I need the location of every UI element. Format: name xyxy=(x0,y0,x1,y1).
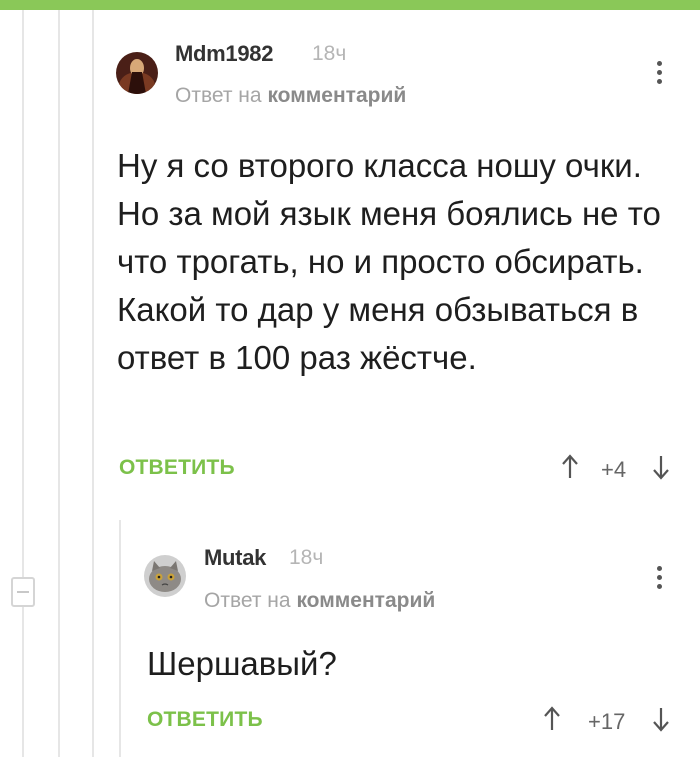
avatar xyxy=(116,52,158,94)
thread-line xyxy=(22,10,24,577)
reply-to-line: Ответ на комментарий xyxy=(175,84,406,108)
reply-to-prefix: Ответ на xyxy=(204,589,291,612)
arrow-up-icon[interactable] xyxy=(561,454,579,480)
comment-rating: +17 xyxy=(588,709,626,734)
kebab-menu-icon[interactable] xyxy=(657,61,663,88)
thread-line xyxy=(92,10,94,757)
top-banner-strip xyxy=(0,0,700,10)
kebab-menu-icon[interactable] xyxy=(657,566,663,593)
reply-to-link[interactable]: комментарий xyxy=(296,589,435,612)
arrow-up-icon[interactable] xyxy=(543,706,561,732)
collapse-minus-icon[interactable] xyxy=(11,577,35,607)
reply-to-prefix: Ответ на xyxy=(175,84,262,107)
comment-rating: +4 xyxy=(601,457,627,482)
arrow-down-icon[interactable] xyxy=(652,706,670,732)
thread-line xyxy=(22,607,24,757)
reply-to-line: Ответ на комментарий xyxy=(204,589,435,613)
reply-button[interactable]: ОТВЕТИТЬ xyxy=(119,456,235,480)
arrow-down-icon[interactable] xyxy=(652,454,670,480)
thread-line xyxy=(58,10,60,757)
reply-button[interactable]: ОТВЕТИТЬ xyxy=(147,708,263,732)
comment-author[interactable]: Mutak xyxy=(204,545,266,571)
reply-to-link[interactable]: комментарий xyxy=(267,84,406,107)
comment-time: 18ч xyxy=(289,546,324,569)
avatar xyxy=(144,555,186,597)
thread-line xyxy=(119,520,121,757)
comment-time: 18ч xyxy=(312,42,347,65)
comment-body: Шершавый? xyxy=(147,645,337,682)
comment-author[interactable]: Mdm1982 xyxy=(175,41,273,67)
comment-body: Ну я со второго класса ношу очки. Но за … xyxy=(117,147,661,376)
